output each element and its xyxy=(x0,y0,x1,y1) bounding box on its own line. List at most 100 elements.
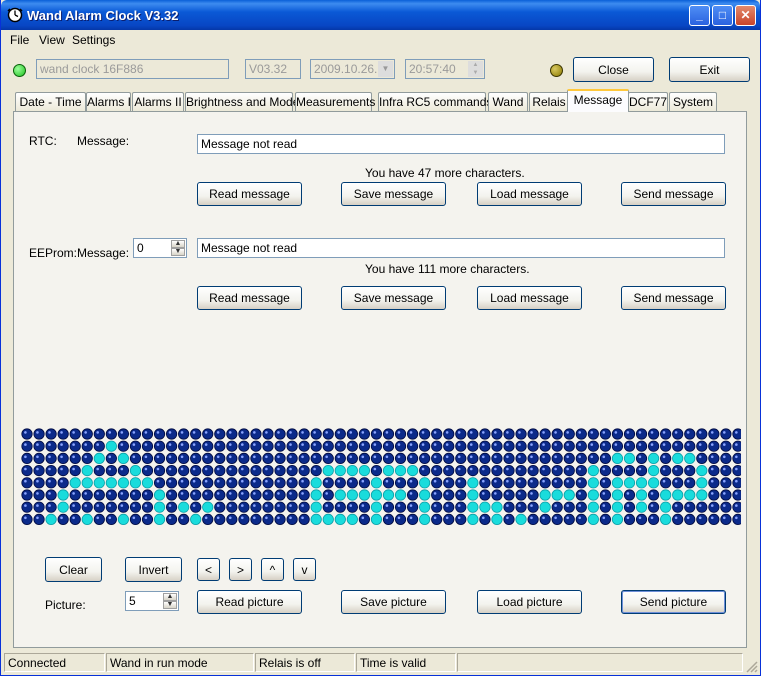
matrix-led-off[interactable] xyxy=(431,440,443,452)
matrix-led-off[interactable] xyxy=(93,440,105,452)
matrix-led-off[interactable] xyxy=(334,501,346,513)
matrix-led-off[interactable] xyxy=(563,452,575,465)
matrix-led-off[interactable] xyxy=(286,501,298,513)
matrix-led-off[interactable] xyxy=(587,428,599,440)
matrix-led-off[interactable] xyxy=(527,513,539,526)
matrix-led-off[interactable] xyxy=(117,489,130,501)
matrix-led-off[interactable] xyxy=(732,452,741,464)
matrix-led-off[interactable] xyxy=(238,464,250,477)
matrix-led-on[interactable] xyxy=(346,464,358,477)
matrix-led-off[interactable] xyxy=(226,452,238,465)
matrix-led-off[interactable] xyxy=(539,428,551,440)
matrix-led-off[interactable] xyxy=(720,464,732,477)
matrix-led-off[interactable] xyxy=(346,477,358,489)
matrix-led-off[interactable] xyxy=(358,452,370,465)
matrix-led-off[interactable] xyxy=(358,513,370,526)
matrix-led-off[interactable] xyxy=(732,489,741,501)
matrix-led-off[interactable] xyxy=(238,440,250,452)
matrix-led-on[interactable] xyxy=(672,489,684,501)
matrix-led-off[interactable] xyxy=(286,464,298,477)
matrix-led-off[interactable] xyxy=(503,501,515,513)
matrix-led-off[interactable] xyxy=(69,489,81,501)
matrix-led-on[interactable] xyxy=(467,477,479,489)
matrix-led-off[interactable] xyxy=(21,428,33,440)
matrix-led-off[interactable] xyxy=(443,501,455,513)
matrix-led-on[interactable] xyxy=(684,489,696,501)
matrix-led-off[interactable] xyxy=(166,501,178,513)
menu-settings[interactable]: Settings xyxy=(72,33,115,47)
matrix-led-off[interactable] xyxy=(202,464,214,477)
matrix-led-on[interactable] xyxy=(310,501,322,513)
matrix-led-on[interactable] xyxy=(334,464,346,477)
matrix-led-off[interactable] xyxy=(322,440,334,452)
matrix-led-off[interactable] xyxy=(394,428,407,440)
spin-up-icon[interactable]: ▲ xyxy=(171,240,185,248)
matrix-led-off[interactable] xyxy=(334,477,346,489)
shift-right-button[interactable]: > xyxy=(229,558,252,581)
matrix-led-off[interactable] xyxy=(599,440,612,452)
matrix-led-off[interactable] xyxy=(660,440,672,452)
matrix-led-off[interactable] xyxy=(394,501,407,513)
matrix-led-off[interactable] xyxy=(382,477,395,489)
matrix-led-off[interactable] xyxy=(262,440,274,452)
matrix-led-off[interactable] xyxy=(539,464,551,477)
matrix-led-off[interactable] xyxy=(479,440,491,452)
matrix-led-on[interactable] xyxy=(660,513,672,526)
matrix-led-off[interactable] xyxy=(563,501,575,513)
matrix-led-on[interactable] xyxy=(370,501,383,513)
tab-wand[interactable]: Wand xyxy=(488,92,528,111)
matrix-led-on[interactable] xyxy=(467,513,479,526)
matrix-led-on[interactable] xyxy=(382,489,395,501)
matrix-led-off[interactable] xyxy=(81,440,93,452)
matrix-led-off[interactable] xyxy=(178,428,190,440)
matrix-led-on[interactable] xyxy=(81,513,93,526)
matrix-led-off[interactable] xyxy=(153,440,166,452)
matrix-led-off[interactable] xyxy=(226,440,238,452)
matrix-led-off[interactable] xyxy=(419,440,431,452)
matrix-led-off[interactable] xyxy=(575,513,587,526)
matrix-led-off[interactable] xyxy=(45,477,57,489)
matrix-led-on[interactable] xyxy=(419,501,431,513)
matrix-led-off[interactable] xyxy=(370,464,383,477)
matrix-led-off[interactable] xyxy=(599,452,612,465)
matrix-led-off[interactable] xyxy=(647,513,660,526)
matrix-led-on[interactable] xyxy=(611,452,624,465)
matrix-led-on[interactable] xyxy=(647,452,660,465)
matrix-led-off[interactable] xyxy=(117,464,130,477)
matrix-led-off[interactable] xyxy=(431,452,443,465)
matrix-led-on[interactable] xyxy=(322,513,334,526)
matrix-led-off[interactable] xyxy=(672,513,684,526)
matrix-led-off[interactable] xyxy=(551,501,563,513)
matrix-led-off[interactable] xyxy=(503,477,515,489)
matrix-led-on[interactable] xyxy=(346,513,358,526)
matrix-led-off[interactable] xyxy=(334,452,346,465)
matrix-led-off[interactable] xyxy=(238,452,250,465)
spin-down-icon[interactable]: ▼ xyxy=(171,248,185,256)
matrix-led-off[interactable] xyxy=(45,464,57,477)
matrix-led-on[interactable] xyxy=(105,477,117,489)
matrix-led-on[interactable] xyxy=(539,489,551,501)
matrix-led-off[interactable] xyxy=(334,440,346,452)
matrix-led-off[interactable] xyxy=(623,501,636,513)
matrix-led-off[interactable] xyxy=(431,489,443,501)
matrix-led-on[interactable] xyxy=(563,489,575,501)
matrix-led-off[interactable] xyxy=(467,464,479,477)
matrix-led-off[interactable] xyxy=(443,440,455,452)
matrix-led-on[interactable] xyxy=(81,477,93,489)
matrix-led-off[interactable] xyxy=(406,513,419,526)
matrix-led-on[interactable] xyxy=(647,477,660,489)
matrix-led-off[interactable] xyxy=(394,477,407,489)
matrix-led-off[interactable] xyxy=(105,501,117,513)
shift-up-button[interactable]: ^ xyxy=(261,558,284,581)
matrix-led-off[interactable] xyxy=(141,501,154,513)
matrix-led-on[interactable] xyxy=(406,464,419,477)
matrix-led-off[interactable] xyxy=(166,440,178,452)
matrix-led-off[interactable] xyxy=(479,477,491,489)
load-picture-button[interactable]: Load picture xyxy=(477,590,582,614)
matrix-led-off[interactable] xyxy=(696,428,708,440)
matrix-led-off[interactable] xyxy=(491,440,503,452)
matrix-led-off[interactable] xyxy=(539,513,551,526)
matrix-led-off[interactable] xyxy=(226,477,238,489)
matrix-led-on[interactable] xyxy=(623,477,636,489)
matrix-led-off[interactable] xyxy=(226,501,238,513)
